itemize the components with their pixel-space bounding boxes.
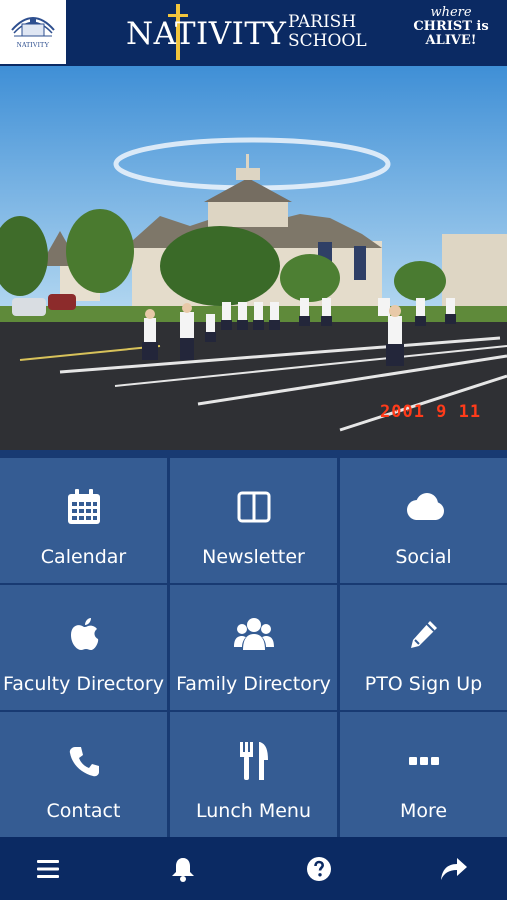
- tile-calendar[interactable]: Calendar: [0, 458, 167, 583]
- bottom-nav: [0, 837, 507, 900]
- hero-photo: 2001 9 11: [0, 66, 507, 450]
- tile-pto-sign-up[interactable]: PTO Sign Up: [340, 585, 507, 710]
- utensils-icon: [170, 742, 337, 780]
- brand-main-text: NATIVITY: [126, 16, 287, 52]
- svg-text:NATIVITY: NATIVITY: [17, 41, 50, 49]
- bell-icon[interactable]: [167, 853, 199, 885]
- school-name-wordmark: NATIVITY PARISH SCHOOL: [120, 4, 378, 62]
- pencil-icon: [340, 615, 507, 653]
- tile-lunch-menu[interactable]: Lunch Menu: [170, 712, 337, 837]
- photo-date-stamp: 2001 9 11: [380, 402, 482, 422]
- share-icon[interactable]: [438, 853, 470, 885]
- brand-subtext: PARISH SCHOOL: [288, 12, 367, 51]
- tile-label: Newsletter: [202, 546, 305, 568]
- app-header: NATIVITY NATIVITY PARISH SCHOOL where CH…: [0, 0, 507, 66]
- tile-family-directory[interactable]: Family Directory: [170, 585, 337, 710]
- tile-label: Contact: [46, 800, 121, 822]
- help-icon[interactable]: [303, 853, 335, 885]
- calendar-icon: [0, 488, 167, 526]
- ellipsis-icon: [340, 742, 507, 780]
- tile-label: PTO Sign Up: [364, 673, 483, 695]
- tagline: where CHRIST is ALIVE!: [413, 5, 489, 48]
- tile-label: Faculty Directory: [3, 673, 164, 695]
- group-icon: [170, 615, 337, 653]
- tile-social[interactable]: Social: [340, 458, 507, 583]
- tile-contact[interactable]: Contact: [0, 712, 167, 837]
- tile-label: Calendar: [40, 546, 127, 568]
- tile-newsletter[interactable]: Newsletter: [170, 458, 337, 583]
- school-logo[interactable]: NATIVITY: [0, 0, 66, 64]
- newsletter-icon: [170, 488, 337, 526]
- phone-icon: [0, 742, 167, 780]
- tile-label: More: [399, 800, 448, 822]
- tile-faculty-directory[interactable]: Faculty Directory: [0, 585, 167, 710]
- tile-label: Family Directory: [176, 673, 331, 695]
- tile-label: Lunch Menu: [195, 800, 312, 822]
- menu-icon[interactable]: [32, 853, 64, 885]
- tile-more[interactable]: More: [340, 712, 507, 837]
- tile-label: Social: [395, 546, 452, 568]
- cloud-icon: [340, 488, 507, 526]
- apple-icon: [0, 615, 167, 653]
- menu-grid: Calendar Newsletter Social Faculty Direc…: [0, 450, 507, 837]
